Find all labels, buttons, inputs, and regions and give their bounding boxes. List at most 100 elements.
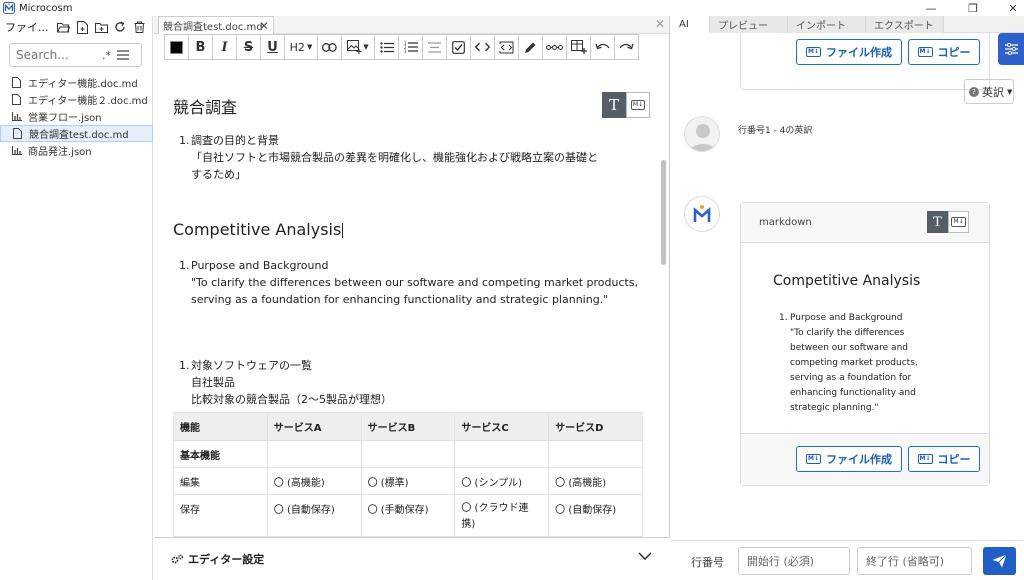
heading-level: H2 xyxy=(289,40,305,54)
redo-icon xyxy=(619,43,634,49)
table-cell xyxy=(266,440,362,468)
pane-close-icon[interactable]: ✕ xyxy=(655,17,665,31)
paragraph-target-software: 1. 対象ソフトウェアの一覧 自社製品 比較対象の競合製品（2〜5製品が理想） xyxy=(179,357,392,408)
highlight-button[interactable] xyxy=(518,34,543,60)
new-file-icon[interactable] xyxy=(73,18,92,36)
bullet-list-button[interactable] xyxy=(374,34,399,60)
new-folder-icon[interactable] xyxy=(92,18,111,36)
table-add-icon xyxy=(570,40,587,54)
underline-button[interactable]: U xyxy=(260,34,285,60)
list-number: 1. xyxy=(179,259,190,272)
refresh-icon[interactable] xyxy=(111,18,130,36)
app-window: Microcosm — ❐ ✕ ファイ... .* xyxy=(0,0,1024,580)
editor-scrollbar[interactable] xyxy=(660,60,666,537)
paragraph-line: serving as a foundation for xyxy=(790,373,912,383)
open-folder-icon[interactable] xyxy=(54,18,73,36)
send-button[interactable] xyxy=(983,547,1016,575)
start-line-input[interactable] xyxy=(738,547,850,575)
table-cell: 〇 (自動保存) xyxy=(548,494,643,537)
table-button[interactable] xyxy=(566,34,591,60)
chevron-down-icon[interactable] xyxy=(638,550,652,563)
paragraph-line: between our software and xyxy=(790,343,908,353)
ai-settings-button[interactable] xyxy=(998,33,1024,65)
file-icon xyxy=(12,77,24,88)
paragraph-line: strategic planning." xyxy=(790,403,879,413)
copy-button[interactable]: M↓ コピー xyxy=(908,446,980,472)
bold-button[interactable]: B xyxy=(188,34,213,60)
tab-export[interactable]: エクスポート xyxy=(866,16,944,33)
list-number: 1. xyxy=(779,313,788,323)
file-item[interactable]: 営業フロー.json xyxy=(0,108,153,125)
table-row: 基本機能 xyxy=(173,440,643,468)
strikethrough-button[interactable]: S xyxy=(236,34,261,60)
link-button[interactable] xyxy=(317,34,342,60)
minimize-button[interactable]: — xyxy=(908,0,954,16)
checkbox-button[interactable] xyxy=(446,34,471,60)
table-row: 編集 〇 (高機能) 〇 (標準) 〇 (シンプル) 〇 (高機能) xyxy=(173,467,643,495)
align-button[interactable] xyxy=(422,34,447,60)
table-cell: 〇 (手動保存) xyxy=(360,494,456,537)
file-name: 営業フロー.json xyxy=(28,113,102,124)
code-block-button[interactable] xyxy=(494,34,519,60)
user-message: 行番号1 - 4の英訳 xyxy=(738,126,813,136)
tab-preview[interactable]: プレビュー xyxy=(710,16,788,33)
editor-content[interactable]: 競合調査 T M↓ 1. 調査の目的と背景 「自社ソフトと市場競合製品の差異を明確… xyxy=(154,60,660,537)
tab-ai[interactable]: AI xyxy=(671,16,710,33)
text-mode-button[interactable]: T xyxy=(927,211,948,233)
paragraph-purpose-ja: 1. 調査の目的と背景 「自社ソフトと市場競合製品の差異を明確化し、機能強化および… xyxy=(179,132,598,183)
caret-down-icon: ▼ xyxy=(1007,87,1013,96)
italic-button[interactable]: I xyxy=(212,34,237,60)
numbered-list-button[interactable]: 123 xyxy=(398,34,423,60)
table-row: 保存 〇 (自動保存) 〇 (手動保存) 〇 (クラウド連携) 〇 (自動保存) xyxy=(173,494,643,537)
menu-icon[interactable] xyxy=(117,50,129,60)
file-item-active[interactable]: 競合調査test.doc.md xyxy=(0,125,153,142)
list-title: Purpose and Background xyxy=(191,259,329,272)
heading-dropdown[interactable]: H2 ▼ xyxy=(284,34,318,60)
copy-button[interactable]: M↓ コピー xyxy=(908,39,980,65)
end-line-input[interactable] xyxy=(857,547,972,575)
assistant-avatar xyxy=(684,196,720,232)
pen-icon xyxy=(525,42,536,53)
language-dropdown[interactable]: ? 英訳 ▼ xyxy=(964,79,1014,104)
table-cell: 〇 (標準) xyxy=(360,467,456,495)
regex-option-toggle[interactable]: .* xyxy=(102,49,111,62)
trash-icon[interactable] xyxy=(130,18,149,36)
tab-close-icon[interactable]: ✕ xyxy=(259,19,269,33)
tab-current-document[interactable]: 競合調査test.doc.md ✕ xyxy=(158,16,274,34)
file-search-box: .* xyxy=(9,43,142,67)
file-create-button[interactable]: M↓ ファイル作成 xyxy=(796,39,902,65)
text-color-button[interactable] xyxy=(164,34,189,60)
image-button[interactable]: ▼ xyxy=(341,34,375,60)
editor-pane: 競合調査test.doc.md ✕ ✕ B I S U H2 ▼ ▼ 123 競… xyxy=(154,16,670,580)
redo-button[interactable] xyxy=(614,34,639,60)
table-header-cell: サービスA xyxy=(266,412,362,441)
app-logo-icon xyxy=(693,205,711,222)
file-item[interactable]: エディター機能.doc.md xyxy=(0,74,153,91)
sliders-icon xyxy=(1004,43,1018,55)
file-item[interactable]: 商品発注.json xyxy=(0,142,153,159)
editor-settings-label: エディター設定 xyxy=(188,553,265,566)
file-icon xyxy=(13,128,25,139)
markdown-mode-button[interactable]: M↓ xyxy=(626,92,650,118)
divider-button[interactable] xyxy=(542,34,567,60)
sidebar-toolbar: ファイ... xyxy=(0,16,152,38)
editor-settings-panel[interactable]: エディター設定 xyxy=(154,537,670,580)
file-create-button[interactable]: M↓ ファイル作成 xyxy=(796,446,902,472)
right-tab-bar: AI プレビュー インポート エクスポート xyxy=(671,16,1024,33)
code-inline-button[interactable] xyxy=(470,34,495,60)
scrollbar-thumb[interactable] xyxy=(661,160,666,265)
file-search-input[interactable] xyxy=(16,48,100,62)
view-mode-toggle: T M↓ xyxy=(927,211,969,233)
file-item[interactable]: エディター機能２.doc.md xyxy=(0,91,153,108)
text-mode-button[interactable]: T xyxy=(602,92,626,118)
align-center-icon xyxy=(428,41,441,53)
tab-import[interactable]: インポート xyxy=(788,16,866,33)
image-add-icon xyxy=(347,40,362,54)
markdown-mode-button[interactable]: M↓ xyxy=(948,211,969,233)
close-window-button[interactable]: ✕ xyxy=(990,0,1024,16)
file-name: エディター機能２.doc.md xyxy=(28,96,148,107)
paragraph-line: serving as a foundation for enhancing fu… xyxy=(191,293,609,306)
editor-tab-bar: 競合調査test.doc.md ✕ ✕ xyxy=(154,16,669,34)
undo-button[interactable] xyxy=(590,34,615,60)
paragraph-line: "To clarify the differences between our … xyxy=(191,276,639,289)
